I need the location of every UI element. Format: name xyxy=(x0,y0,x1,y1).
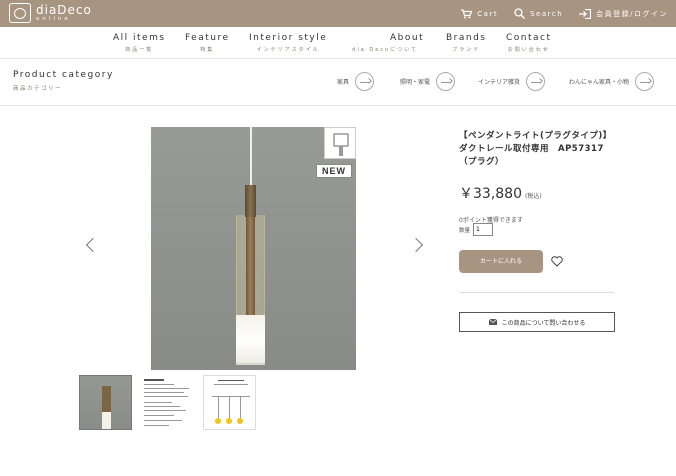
logo-name: diaDeco xyxy=(36,2,92,17)
nav-label: Feature xyxy=(185,33,230,43)
login-label: 会員登録/ログイン xyxy=(596,9,668,18)
search-icon xyxy=(514,8,526,19)
category-row: Product category 商品カテゴリー 家具 照明・家電 インテリア雑… xyxy=(0,60,676,106)
lamp-rod xyxy=(246,215,255,320)
logo-subtitle: online xyxy=(36,15,71,22)
next-image-button[interactable] xyxy=(408,237,424,253)
arrow-right-icon xyxy=(436,72,456,91)
nav-contact[interactable]: Contact お問い合わせ xyxy=(506,33,552,53)
mail-icon xyxy=(488,319,497,325)
arrow-right-icon xyxy=(355,72,375,91)
nav-label: About xyxy=(390,33,425,43)
category-link-label: インテリア雑貨 xyxy=(478,79,521,86)
product-title: 【ペンダントライト(プラグタイプ)】ダクトレール取付専用 AP57317（プラグ… xyxy=(459,131,612,167)
product-info: 【ペンダントライト(プラグタイプ)】ダクトレール取付専用 AP57317（プラグ… xyxy=(459,130,619,332)
thumbnail-3[interactable] xyxy=(203,375,256,430)
quantity-label: 数量 xyxy=(459,227,471,234)
thumbnail-2[interactable] xyxy=(141,375,194,430)
category-link-furniture[interactable]: 家具 xyxy=(337,72,375,91)
cart-label: Cart xyxy=(477,9,499,18)
category-link-label: 照明・家電 xyxy=(400,79,431,86)
site-logo[interactable]: diaDeco online xyxy=(9,3,92,23)
cart-icon xyxy=(461,8,473,18)
nav-label: All items xyxy=(113,33,166,43)
nav-sublabel: 商品一覧 xyxy=(125,47,154,53)
nav-sublabel: ブランド xyxy=(452,47,481,53)
category-heading: Product category 商品カテゴリー xyxy=(13,70,114,92)
nav-about[interactable]: About dia Decoについて xyxy=(346,33,424,53)
tax-note: (税込) xyxy=(525,193,542,200)
arrow-right-icon xyxy=(635,72,655,91)
product-main-image: NEW xyxy=(151,127,356,370)
duct-rail-plug-icon xyxy=(324,127,356,159)
main-nav: All items 商品一覧 Feature 特集 Interior style… xyxy=(0,27,676,59)
arrow-right-icon xyxy=(526,72,546,91)
category-title: Product category xyxy=(13,70,114,80)
nav-sublabel: dia Decoについて xyxy=(352,47,418,53)
heart-icon[interactable] xyxy=(551,256,563,267)
add-to-cart-button[interactable]: カートに入れる xyxy=(459,250,543,273)
lamp-bulb xyxy=(236,315,265,365)
category-link-lighting[interactable]: 照明・家電 xyxy=(400,72,456,91)
inquiry-button[interactable]: この商品について問い合わせる xyxy=(459,312,615,332)
nav-label: Interior style xyxy=(249,33,328,43)
lamp-cap xyxy=(245,185,256,217)
top-bar: diaDeco online Cart Search 会員登録/ログイン xyxy=(0,0,676,27)
thumbnail-lamp xyxy=(102,386,111,429)
thumbnail-1[interactable] xyxy=(79,375,132,430)
nav-label: Brands xyxy=(446,33,487,43)
nav-sublabel: インテリアスタイル xyxy=(256,47,320,53)
cart-link[interactable]: Cart xyxy=(461,8,499,19)
nav-sublabel: 特集 xyxy=(200,47,215,53)
search-link[interactable]: Search xyxy=(514,8,563,19)
nav-interior-style[interactable]: Interior style インテリアスタイル xyxy=(249,33,327,53)
nav-sublabel: お問い合わせ xyxy=(507,47,550,53)
nav-feature[interactable]: Feature 特集 xyxy=(185,33,230,53)
search-label: Search xyxy=(530,9,564,18)
logo-icon xyxy=(9,3,31,23)
category-link-interior-goods[interactable]: インテリア雑貨 xyxy=(478,72,546,91)
nav-all-items[interactable]: All items 商品一覧 xyxy=(113,33,166,53)
nav-brands[interactable]: Brands ブランド xyxy=(446,33,487,53)
lamp-cord xyxy=(250,127,252,187)
divider xyxy=(459,292,614,293)
new-badge: NEW xyxy=(316,164,352,178)
login-link[interactable]: 会員登録/ログイン xyxy=(579,8,668,19)
category-link-label: 家具 xyxy=(337,79,350,86)
category-link-pet-furniture[interactable]: わんにゃん家具・小物 xyxy=(569,72,655,91)
quantity-input[interactable] xyxy=(473,223,494,236)
product-price: ￥33,880 xyxy=(459,186,522,202)
category-subtitle: 商品カテゴリー xyxy=(13,86,63,92)
login-icon xyxy=(579,8,592,19)
inquiry-label: この商品について問い合わせる xyxy=(501,319,586,327)
category-link-label: わんにゃん家具・小物 xyxy=(569,79,630,86)
nav-label: Contact xyxy=(506,33,552,43)
prev-image-button[interactable] xyxy=(85,237,101,253)
